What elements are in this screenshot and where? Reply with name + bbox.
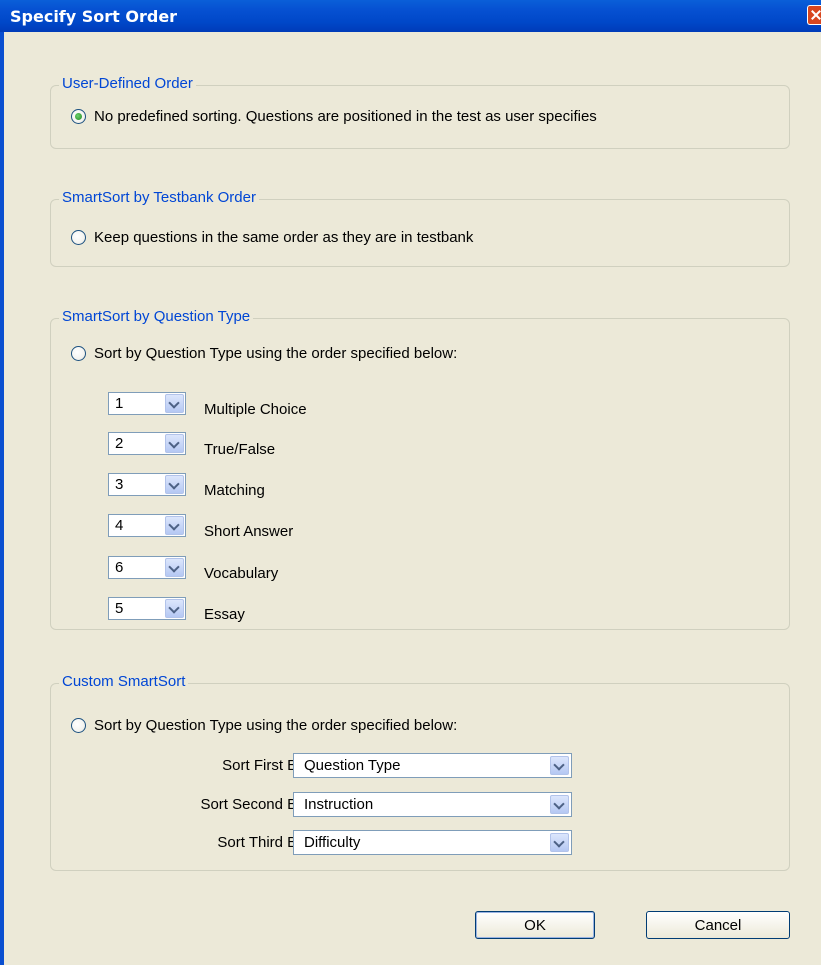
cancel-button[interactable]: Cancel: [646, 911, 790, 939]
order-dropdown[interactable]: 1: [108, 392, 186, 415]
ok-button[interactable]: OK: [475, 911, 595, 939]
sort-first-dropdown[interactable]: Question Type: [293, 753, 572, 778]
sort-second-dropdown[interactable]: Instruction: [293, 792, 572, 817]
chevron-down-icon[interactable]: [550, 756, 569, 775]
order-value: 2: [115, 435, 124, 452]
question-type-name: True/False: [204, 441, 276, 458]
order-value: 6: [115, 559, 124, 576]
window-title: Specify Sort Order: [10, 7, 178, 26]
question-type-radio[interactable]: [71, 346, 86, 361]
chevron-down-icon[interactable]: [165, 394, 184, 413]
group-legend: Custom SmartSort: [59, 673, 189, 690]
sort-first-value: Question Type: [304, 757, 401, 774]
custom-smartsort-group: Custom SmartSort Sort by Question Type u…: [50, 673, 790, 871]
user-defined-label: No predefined sorting. Questions are pos…: [94, 108, 597, 125]
custom-smartsort-label: Sort by Question Type using the order sp…: [94, 717, 458, 734]
order-dropdown[interactable]: 3: [108, 473, 186, 496]
question-type-label: Sort by Question Type using the order sp…: [94, 345, 458, 362]
question-type-name: Vocabulary: [204, 565, 279, 582]
chevron-down-icon[interactable]: [165, 599, 184, 618]
group-legend: User-Defined Order: [59, 75, 196, 92]
question-type-name: Short Answer: [204, 523, 294, 540]
question-type-row: 1 Multiple Choice: [108, 389, 307, 418]
sort-third-value: Difficulty: [304, 834, 361, 851]
question-type-row: 5 Essay: [108, 594, 245, 623]
sort-third-dropdown[interactable]: Difficulty: [293, 830, 572, 855]
question-type-name: Multiple Choice: [204, 401, 307, 418]
order-value: 1: [115, 395, 124, 412]
order-value: 5: [115, 600, 124, 617]
chevron-down-icon[interactable]: [550, 795, 569, 814]
testbank-order-label: Keep questions in the same order as they…: [94, 229, 474, 246]
user-defined-order-group: User-Defined Order No predefined sorting…: [50, 75, 790, 149]
testbank-order-radio[interactable]: [71, 230, 86, 245]
order-value: 4: [115, 517, 124, 534]
chevron-down-icon[interactable]: [165, 516, 184, 535]
custom-smartsort-radio[interactable]: [71, 718, 86, 733]
user-defined-option[interactable]: No predefined sorting. Questions are pos…: [71, 108, 597, 125]
sort-second-value: Instruction: [304, 796, 374, 813]
order-dropdown[interactable]: 5: [108, 597, 186, 620]
order-dropdown[interactable]: 6: [108, 556, 186, 579]
group-legend: SmartSort by Question Type: [59, 308, 254, 325]
order-dropdown[interactable]: 2: [108, 432, 186, 455]
question-type-option[interactable]: Sort by Question Type using the order sp…: [71, 345, 457, 362]
window-frame: [0, 32, 4, 965]
question-type-row: 6 Vocabulary: [108, 553, 278, 582]
chevron-down-icon[interactable]: [165, 434, 184, 453]
question-type-name: Essay: [204, 606, 245, 623]
question-type-name: Matching: [204, 482, 265, 499]
question-type-row: 3 Matching: [108, 470, 265, 499]
question-type-row: 2 True/False: [108, 429, 275, 458]
user-defined-radio[interactable]: [71, 109, 86, 124]
order-dropdown[interactable]: 4: [108, 514, 186, 537]
chevron-down-icon[interactable]: [550, 833, 569, 852]
close-icon[interactable]: [807, 5, 821, 25]
chevron-down-icon[interactable]: [165, 475, 184, 494]
group-legend: SmartSort by Testbank Order: [59, 189, 259, 206]
order-value: 3: [115, 476, 124, 493]
testbank-order-group: SmartSort by Testbank Order Keep questio…: [50, 189, 790, 267]
question-type-row: 4 Short Answer: [108, 511, 293, 540]
chevron-down-icon[interactable]: [165, 558, 184, 577]
testbank-order-option[interactable]: Keep questions in the same order as they…: [71, 229, 473, 246]
title-bar: Specify Sort Order: [0, 0, 821, 32]
custom-smartsort-option[interactable]: Sort by Question Type using the order sp…: [71, 717, 457, 734]
